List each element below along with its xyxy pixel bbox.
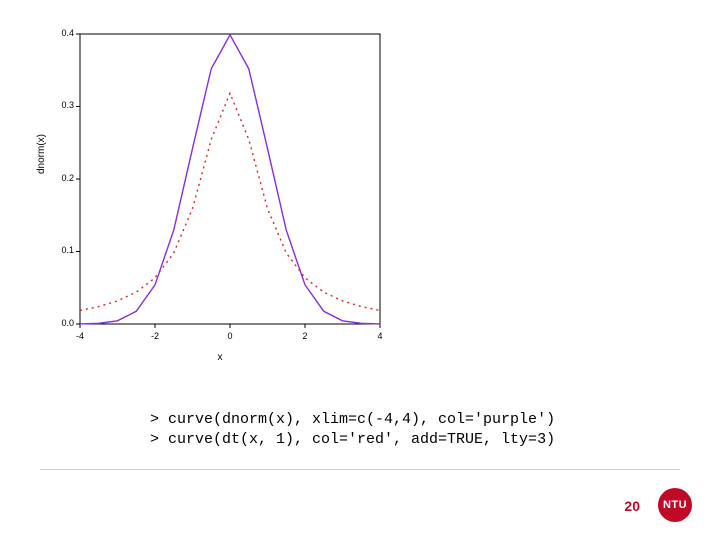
- xtick-0: -4: [76, 331, 84, 341]
- xtick-2: 0: [227, 331, 232, 341]
- xtick-1: -2: [151, 331, 159, 341]
- ytick-1: 0.1: [52, 245, 74, 255]
- ytick-4: 0.4: [52, 28, 74, 38]
- series-dt(x, 1): [80, 93, 380, 310]
- plot-svg: [40, 24, 400, 364]
- code-line-1: > curve(dnorm(x), xlim=c(-4,4), col='pur…: [150, 411, 555, 428]
- ytick-2: 0.2: [52, 173, 74, 183]
- ntu-logo: NTU: [658, 488, 692, 522]
- xtick-3: 2: [302, 331, 307, 341]
- ytick-0: 0.0: [52, 318, 74, 328]
- distribution-plot: 0.0 0.1 0.2 0.3 0.4 -4 -2 0 2 4 dnorm(x)…: [40, 24, 400, 364]
- r-code-block: > curve(dnorm(x), xlim=c(-4,4), col='pur…: [150, 410, 555, 451]
- x-axis-label: x: [218, 352, 223, 368]
- page-number: 20: [624, 498, 640, 514]
- xtick-4: 4: [377, 331, 382, 341]
- code-line-2: > curve(dt(x, 1), col='red', add=TRUE, l…: [150, 431, 555, 448]
- series-dnorm(x): [80, 35, 380, 324]
- y-axis-label: dnorm(x): [36, 134, 47, 174]
- ytick-3: 0.3: [52, 100, 74, 110]
- footer-divider: [40, 469, 680, 470]
